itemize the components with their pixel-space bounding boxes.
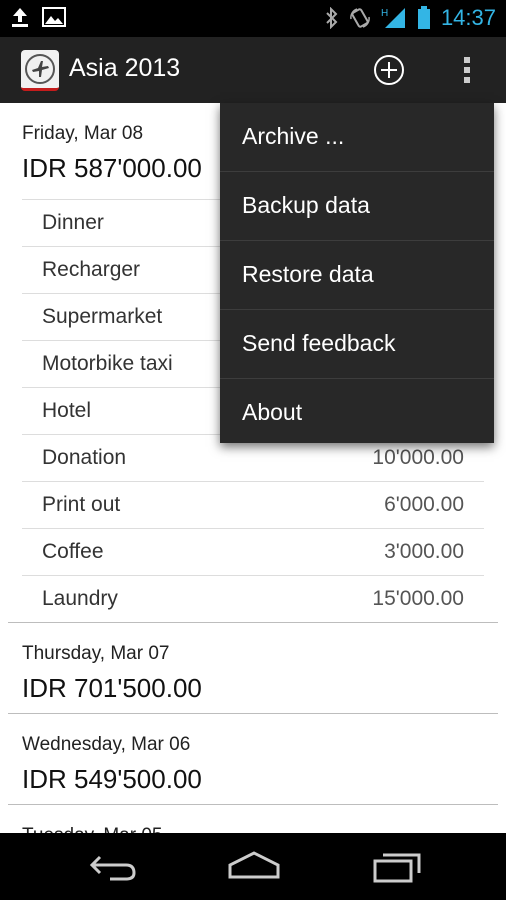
network-type-label: H — [381, 8, 388, 19]
day-total: IDR 701'500.00 — [22, 673, 202, 703]
item-name: Hotel — [42, 399, 92, 422]
overflow-menu: Archive ... Backup data Restore data Sen… — [220, 103, 494, 443]
menu-item-label: Backup data — [242, 192, 370, 218]
status-clock: 14:37 — [440, 5, 496, 30]
day-date: Tuesday, Mar 05 — [8, 805, 498, 833]
menu-item-archive[interactable]: Archive ... — [220, 103, 494, 172]
menu-item-label: Send feedback — [242, 330, 396, 356]
item-name: Print out — [42, 493, 121, 516]
item-name: Supermarket — [42, 305, 163, 328]
day-group[interactable]: Tuesday, Mar 05 — [8, 805, 498, 833]
bluetooth-icon — [325, 7, 339, 29]
rotation-icon — [349, 7, 371, 29]
item-amount: 3'000.00 — [384, 540, 464, 563]
list-item[interactable]: Print out 6'000.00 — [22, 481, 484, 528]
item-amount: 6'000.00 — [384, 493, 464, 516]
list-item[interactable]: Coffee 3'000.00 — [22, 528, 484, 575]
menu-item-feedback[interactable]: Send feedback — [220, 310, 494, 379]
back-icon[interactable] — [84, 847, 144, 887]
signal-icon: H — [381, 6, 407, 30]
item-amount: 10'000.00 — [372, 446, 464, 469]
day-date: Thursday, Mar 07 — [22, 643, 170, 664]
battery-icon — [417, 6, 431, 30]
menu-item-backup[interactable]: Backup data — [220, 172, 494, 241]
overflow-menu-icon[interactable] — [454, 51, 480, 89]
add-circle-icon[interactable] — [370, 51, 408, 89]
day-group[interactable]: Thursday, Mar 07 IDR 701'500.00 — [8, 623, 498, 714]
status-bar: H 14:37 — [0, 0, 506, 37]
item-name: Donation — [42, 446, 127, 469]
airplane-icon[interactable] — [21, 50, 59, 91]
item-name: Recharger — [42, 258, 141, 281]
item-amount: 15'000.00 — [372, 587, 464, 610]
home-icon[interactable] — [224, 847, 284, 887]
upload-icon — [10, 6, 30, 28]
item-name: Motorbike taxi — [42, 352, 173, 375]
list-item[interactable]: Laundry 15'000.00 — [22, 575, 484, 622]
recent-apps-icon[interactable] — [365, 847, 425, 887]
action-bar: Asia 2013 — [0, 37, 506, 103]
item-name: Coffee — [42, 540, 104, 563]
item-name: Laundry — [42, 587, 118, 610]
menu-item-label: Restore data — [242, 261, 374, 287]
day-group[interactable]: Wednesday, Mar 06 IDR 549'500.00 — [8, 714, 498, 805]
app-title: Asia 2013 — [69, 54, 181, 82]
menu-item-label: Archive ... — [242, 123, 345, 149]
menu-item-label: About — [242, 399, 303, 425]
day-total: IDR 549'500.00 — [22, 764, 202, 794]
navigation-bar — [0, 833, 506, 900]
menu-item-about[interactable]: About — [220, 379, 494, 447]
day-date: Wednesday, Mar 06 — [22, 734, 191, 755]
image-icon — [42, 6, 66, 28]
item-name: Dinner — [42, 211, 104, 234]
menu-item-restore[interactable]: Restore data — [220, 241, 494, 310]
